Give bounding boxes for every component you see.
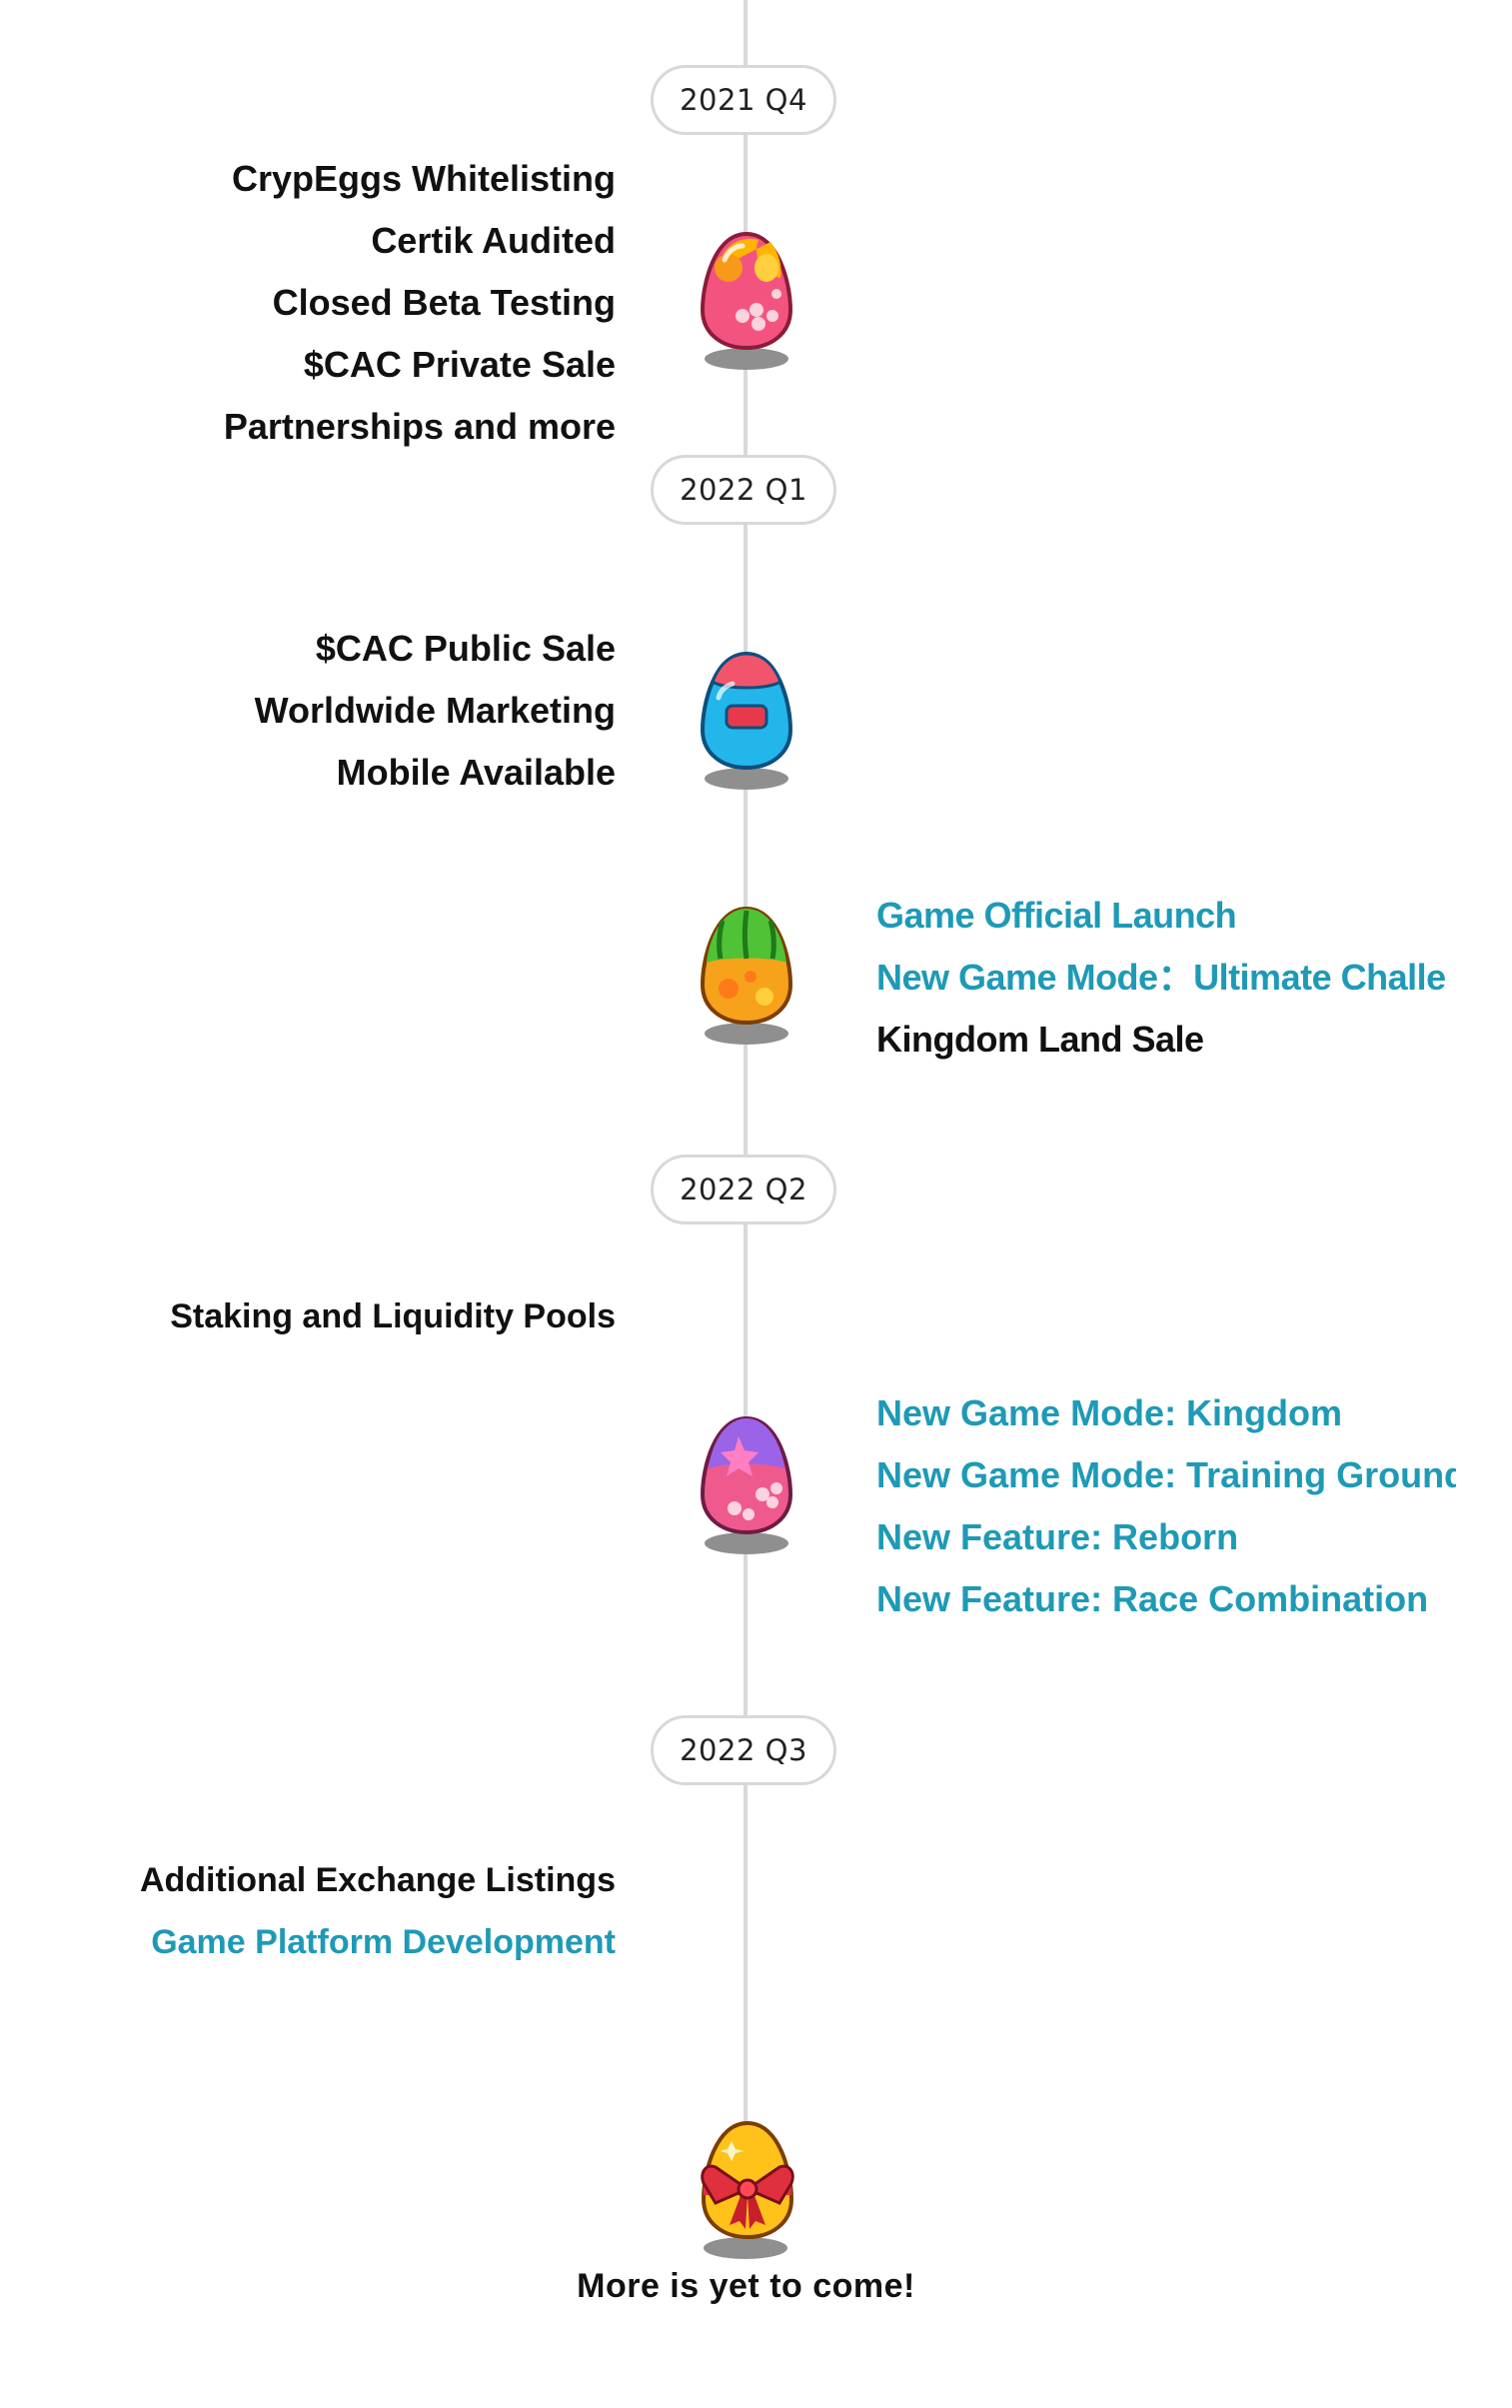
milestone-items-2021-q4: CrypEggs Whitelisting Certik Audited Clo… [224,148,616,458]
watermelon-egg-icon [691,905,800,1045]
milestone-items-right-2022-q1: Game Official Launch New Game Mode：Ultim… [876,885,1456,1071]
milestone-item: New Game Mode：Ultimate Challe [876,957,1446,998]
milestone-items-2022-q1: $CAC Public Sale Worldwide Marketing Mob… [255,618,616,804]
milestone-pill-2022-q1: 2022 Q1 [651,455,836,525]
milestone-item: New Game Mode: Training Ground [876,1454,1456,1495]
milestone-items-2022-q3: Additional Exchange Listings Game Platfo… [140,1849,616,1973]
closing-message: More is yet to come! [577,2267,915,2305]
milestone-label: 2022 Q3 [680,1733,807,1767]
milestone-item: Game Official Launch [876,895,1237,936]
milestone-items-right-2022-q2: New Game Mode: Kingdom New Game Mode: Tr… [876,1382,1456,1630]
blue-capsule-egg-icon [691,650,800,790]
milestone-item: Certik Audited [371,220,616,261]
milestone-item: Game Platform Development [151,1923,616,1961]
milestone-item: Additional Exchange Listings [139,1861,616,1899]
milestone-item: New Game Mode: Kingdom [876,1392,1343,1433]
milestone-items-2022-q2: Staking and Liquidity Pools [170,1285,616,1347]
milestone-pill-2021-q4: 2021 Q4 [651,65,836,135]
milestone-item: CrypEggs Whitelisting [231,158,616,199]
milestone-item: $CAC Private Sale [303,344,616,385]
purple-star-egg-icon [691,1414,800,1554]
milestone-item: Closed Beta Testing [272,282,616,323]
milestone-label: 2021 Q4 [680,83,807,117]
milestone-item: Partnerships and more [223,406,616,447]
pink-spotted-egg-icon [691,230,800,370]
milestone-label: 2022 Q2 [680,1173,807,1206]
milestone-item: New Feature: Race Combination [876,1578,1429,1619]
milestone-item: Worldwide Marketing [254,690,616,731]
milestone-item: Mobile Available [336,752,616,793]
milestone-item: $CAC Public Sale [315,628,616,669]
milestone-item: Kingdom Land Sale [876,1019,1204,1060]
milestone-item: New Feature: Reborn [876,1516,1239,1557]
milestone-label: 2022 Q1 [680,473,807,507]
milestone-pill-2022-q2: 2022 Q2 [651,1155,836,1224]
milestone-item: Staking and Liquidity Pools [170,1297,616,1335]
gift-egg-icon [688,2119,803,2259]
milestone-pill-2022-q3: 2022 Q3 [651,1715,836,1785]
